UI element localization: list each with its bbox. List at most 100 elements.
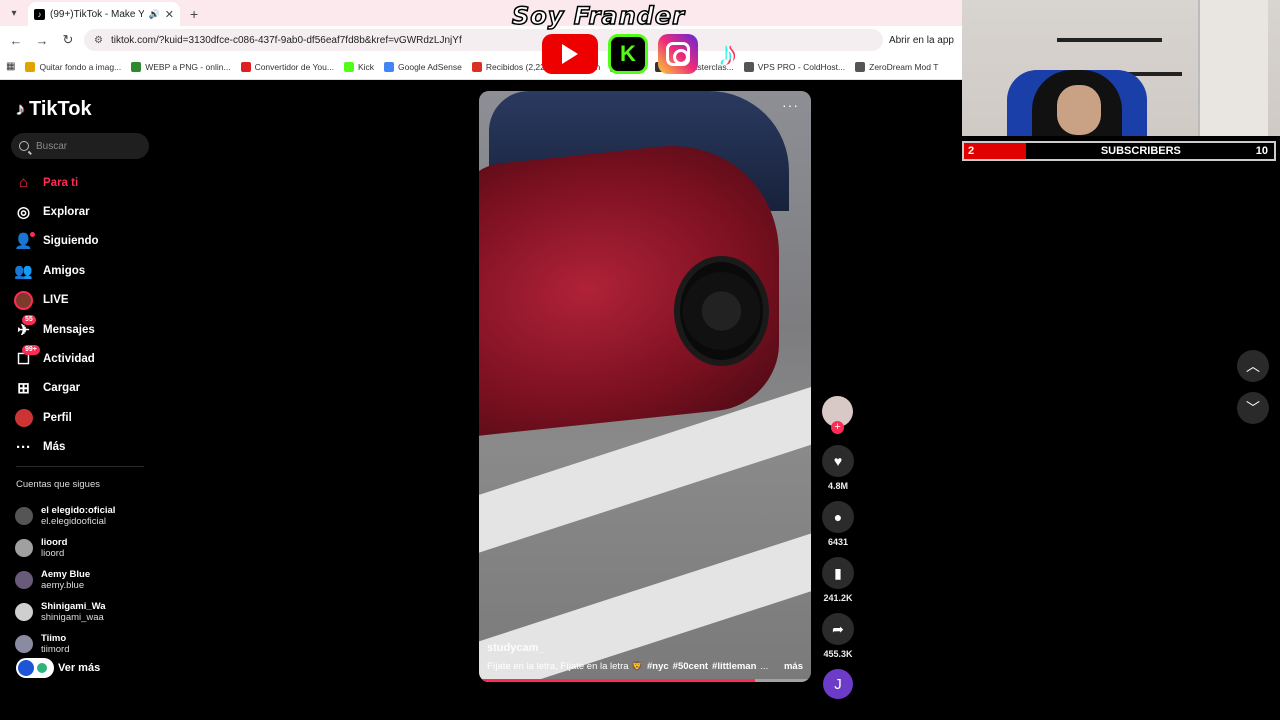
creator-avatar[interactable]: + xyxy=(822,396,853,434)
sidebar-item-perfil[interactable]: Perfil xyxy=(14,403,99,432)
friends-icon: 👥 xyxy=(14,262,33,280)
tiktok-logo-icon: ♪ xyxy=(719,34,737,73)
tab-close-icon[interactable]: ✕ xyxy=(165,8,174,21)
see-more-button[interactable]: Ver más xyxy=(16,658,100,678)
sidebar-item-label: Explorar xyxy=(43,206,90,219)
previous-video-button[interactable]: ︿ xyxy=(1237,350,1269,382)
address-bar[interactable]: ⚙ tiktok.com/?kuid=3130dfce-c086-437f-9a… xyxy=(84,29,883,51)
sidebar-divider xyxy=(16,466,144,467)
hashtag[interactable]: #50cent xyxy=(673,661,708,672)
floating-widget[interactable] xyxy=(16,658,54,678)
speaker-icon[interactable]: 🔊 xyxy=(149,9,160,20)
instagram-logo-icon xyxy=(658,34,698,74)
sidebar-item-live[interactable]: LIVE xyxy=(14,286,99,315)
save-action: ▮ 241.2K xyxy=(822,557,854,603)
music-disc-avatar[interactable]: J xyxy=(823,669,853,699)
account-name: Aemy Blue xyxy=(41,569,91,580)
account-handle: lioord xyxy=(41,548,65,559)
sidebar-item-amigos[interactable]: 👥 Amigos xyxy=(14,256,99,285)
screen: ▾ ♪ (99+)TikTok - Make Your Da 🔊 ✕ + ← →… xyxy=(0,0,1280,720)
subscriber-label: SUBSCRIBERS xyxy=(1100,145,1181,157)
tiktok-note-icon: ♪ xyxy=(16,99,25,119)
bookmark-label: Quitar fondo a imag... xyxy=(39,61,122,72)
video-progress-bar[interactable] xyxy=(479,679,811,682)
video-player[interactable]: ··· studycam_ Fíjate en la letra, Fíjate… xyxy=(479,91,811,682)
bookmark-label: Google AdSense xyxy=(398,61,462,72)
sidebar-item-para-ti[interactable]: ⌂ Para ti xyxy=(14,168,99,197)
comment-count: 6431 xyxy=(827,537,849,547)
sidebar-item-más[interactable]: ··· Más xyxy=(14,433,99,462)
see-more-label: Ver más xyxy=(58,662,101,674)
reload-icon[interactable]: ↻ xyxy=(58,32,78,48)
search-placeholder: Buscar xyxy=(36,140,68,152)
subscriber-count: 2 xyxy=(968,145,975,157)
open-in-app-button[interactable]: Abrir en la app xyxy=(889,35,956,46)
share-button[interactable]: ➦ xyxy=(822,613,854,645)
sidebar-item-explorar[interactable]: ◎ Explorar xyxy=(14,197,99,226)
caption-more-button[interactable]: más xyxy=(784,661,803,672)
following-icon: 👤 xyxy=(14,231,35,251)
activity-icon: ☐ 99+ xyxy=(14,344,40,369)
avatar xyxy=(15,571,33,589)
forward-icon[interactable]: → xyxy=(32,33,52,48)
sidebar-item-label: Más xyxy=(43,441,66,454)
tab-search-icon[interactable]: ▾ xyxy=(4,3,24,23)
share-action: ➦ 455.3K xyxy=(822,613,854,659)
following-account[interactable]: Shinigami_Wa shinigami_waa xyxy=(15,596,115,628)
bookmark-item[interactable]: Kick xyxy=(343,61,375,72)
following-account[interactable]: el elegido:oficial el.elegidooficial xyxy=(15,500,115,532)
like-button[interactable]: ♥ xyxy=(822,445,854,477)
sidebar-item-label: Para ti xyxy=(43,176,79,189)
save-button[interactable]: ▮ xyxy=(822,557,854,589)
main-nav: ⌂ Para ti ◎ Explorar 👤 Siguiendo 👥 Amigos LIVE ✈ 5… xyxy=(14,168,99,462)
video-more-options-icon[interactable]: ··· xyxy=(782,97,799,113)
sidebar-item-mensajes[interactable]: ✈ 55 Mensajes xyxy=(14,315,99,344)
bookmark-item[interactable]: Convertidor de You... xyxy=(240,61,334,72)
bookmark-item[interactable]: ZeroDream Mod T xyxy=(855,61,939,72)
following-account[interactable]: Aemy Blue aemy.blue xyxy=(15,564,115,596)
comment-icon: ● xyxy=(833,509,843,525)
bookmark-item[interactable]: Recibidos (2,229) xyxy=(471,61,552,72)
subscriber-progress-fill: 2 xyxy=(964,143,1026,159)
apps-grid-icon[interactable]: ▦ xyxy=(6,61,15,72)
comment-button[interactable]: ● xyxy=(822,501,854,533)
bookmark-item[interactable]: WEBP a PNG - onlin... xyxy=(131,61,231,72)
bookmark-item[interactable]: VPS PRO - ColdHost... xyxy=(743,61,846,72)
sidebar-item-cargar[interactable]: ⊞ Cargar xyxy=(14,374,99,403)
bookmark-item[interactable]: Quitar fondo a imag... xyxy=(25,61,122,72)
following-account[interactable]: lioord lioord xyxy=(15,532,115,564)
bookmark-favicon-icon xyxy=(384,61,395,72)
site-info-icon[interactable]: ⚙ xyxy=(94,35,103,46)
like-action: ♥ 4.8M xyxy=(822,445,854,491)
video-author[interactable]: studycam_ xyxy=(487,642,544,654)
tiktok-sidebar: ♪ TikTok Buscar ⌂ Para ti ◎ Explorar 👤 Siguie… xyxy=(0,80,160,720)
browser-tab[interactable]: ♪ (99+)TikTok - Make Your Da 🔊 ✕ xyxy=(28,2,180,26)
account-name: Shinigami_Wa xyxy=(41,601,106,612)
caption-ellipsis: ... xyxy=(760,661,769,672)
account-name: lioord xyxy=(41,537,68,548)
hashtag[interactable]: #nyc xyxy=(647,661,669,672)
sidebar-item-siguiendo[interactable]: 👤 Siguiendo xyxy=(14,227,99,256)
tiktok-logo[interactable]: ♪ TikTok xyxy=(16,98,92,121)
sidebar-item-label: Amigos xyxy=(43,264,86,277)
home-icon: ⌂ xyxy=(18,174,29,192)
browser-chrome: ▾ ♪ (99+)TikTok - Make Your Da 🔊 ✕ + ← →… xyxy=(0,0,962,80)
next-video-button[interactable]: ﹀ xyxy=(1237,392,1269,424)
bookmark-list: Quitar fondo a imag... WEBP a PNG - onlin… xyxy=(25,61,939,72)
sidebar-item-label: Actividad xyxy=(43,353,95,366)
share-icon: ➦ xyxy=(832,620,844,637)
bookmark-label: Kick xyxy=(357,61,375,72)
back-icon[interactable]: ← xyxy=(6,33,26,48)
following-account[interactable]: Tiimo tiimord xyxy=(15,628,115,660)
bookmark-item[interactable]: Google AdSense xyxy=(384,61,462,72)
bookmark-label: VPS PRO - ColdHost... xyxy=(757,61,846,72)
account-handle: el.elegidooficial xyxy=(41,516,106,527)
new-tab-icon[interactable]: + xyxy=(190,6,198,22)
hashtag[interactable]: #littleman xyxy=(712,661,756,672)
account-handle: shinigami_waa xyxy=(41,612,104,623)
bookmark-label: ZeroDream Mod T xyxy=(869,61,939,72)
sidebar-item-actividad[interactable]: ☐ 99+ Actividad xyxy=(14,344,99,373)
follow-plus-icon[interactable]: + xyxy=(831,421,844,434)
video-caption: Fíjate en la letra, Fíjate en la letra 🦁… xyxy=(487,661,803,672)
search-input[interactable]: Buscar xyxy=(11,133,149,159)
